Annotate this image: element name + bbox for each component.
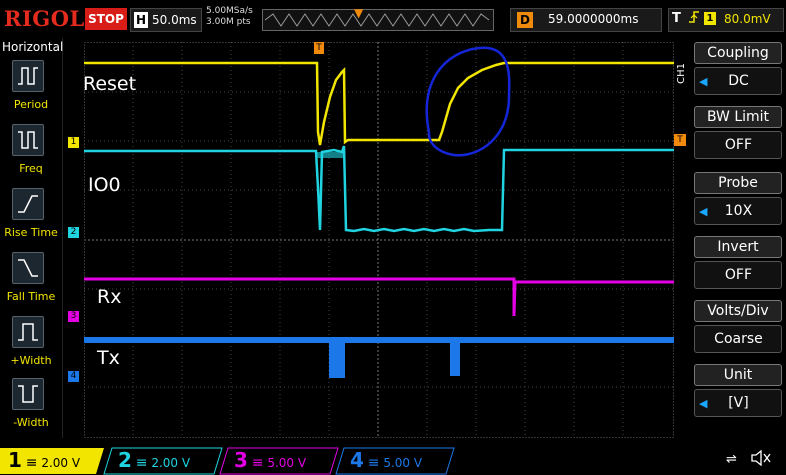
left-arrow-icon: ◀	[699, 75, 708, 88]
trigger-time-marker[interactable]: T	[314, 42, 324, 54]
negative-width-icon	[18, 385, 38, 403]
memory-depth: 3.00M pts	[206, 17, 251, 27]
left-arrow-icon: ◀	[699, 397, 708, 410]
rise-time-button[interactable]	[12, 188, 44, 220]
speaker-mute-icon[interactable]	[750, 449, 772, 470]
invert-value: OFF	[724, 267, 753, 283]
fall-time-icon	[18, 259, 38, 277]
trigger-letter: T	[672, 11, 681, 26]
ch1-offset-marker[interactable]: 1	[68, 137, 79, 148]
ch1-number: 1	[8, 448, 22, 472]
menu-channel-label: CH1	[676, 63, 687, 84]
memory-overview-strip[interactable]	[262, 9, 494, 31]
usb-icon: ⇌	[726, 452, 737, 467]
ch4-scale: 5.00 V	[383, 456, 423, 470]
volts-div-value: Coarse	[714, 331, 763, 347]
trigger-position-marker-icon: ▼	[354, 6, 364, 20]
ch4-offset-marker[interactable]: 4	[68, 371, 79, 382]
ch2-scale-tab[interactable]: 2 ≡ 2.00 V	[118, 448, 190, 472]
frequency-button[interactable]	[12, 124, 44, 156]
ch2-number: 2	[118, 448, 132, 472]
ch3-offset-marker[interactable]: 3	[68, 311, 79, 322]
positive-width-label: +Width	[10, 354, 52, 367]
coupling-value: DC	[728, 73, 749, 89]
unit-value: [V]	[728, 395, 749, 411]
ch3-annotation-label: Rx	[97, 286, 122, 308]
rise-time-icon	[18, 195, 38, 213]
ch1-scale: 2.00 V	[41, 456, 81, 470]
probe-title: Probe	[694, 172, 782, 194]
memory-waveform-icon	[264, 13, 490, 27]
trigger-source-badge: 1	[704, 12, 716, 25]
fall-time-button[interactable]	[12, 252, 44, 284]
positive-width-icon	[18, 323, 38, 341]
ch4-burst-1	[329, 340, 345, 378]
horizontal-panel-title: Horizontal	[2, 40, 64, 54]
frequency-icon	[18, 131, 38, 149]
invert-toggle[interactable]: ◀OFF	[694, 261, 782, 289]
sample-rate: 5.00MSa/s	[206, 6, 253, 16]
negative-width-label: -Width	[13, 416, 49, 429]
trigger-level-marker[interactable]: T	[674, 134, 686, 146]
ch2-offset-marker[interactable]: 2	[68, 227, 79, 238]
delay-letter: D	[517, 12, 533, 28]
ch4-burst-2	[450, 340, 460, 376]
left-arrow-icon: ◀	[699, 205, 708, 218]
ch4-annotation-label: Tx	[97, 347, 120, 369]
ch1-scale-tab[interactable]: 1 ≡ 2.00 V	[8, 448, 80, 472]
fall-time-label: Fall Time	[6, 290, 56, 303]
positive-width-button[interactable]	[12, 316, 44, 348]
bw-limit-selector[interactable]: ◀OFF	[694, 131, 782, 159]
ch4-scale-tab[interactable]: 4 ≡ 5.00 V	[350, 448, 422, 472]
volts-div-title: Volts/Div	[694, 300, 782, 322]
probe-value: 10X	[724, 203, 753, 219]
unit-selector[interactable]: ◀ [V]	[694, 389, 782, 417]
ch2-noise-band	[316, 152, 344, 158]
ch4-number: 4	[350, 448, 364, 472]
waveform-display[interactable]	[84, 42, 674, 438]
probe-selector[interactable]: ◀ 10X	[694, 197, 782, 225]
timebase-readout[interactable]: H 50.0ms	[130, 8, 202, 32]
rising-edge-icon	[688, 10, 700, 28]
period-button[interactable]	[12, 60, 44, 92]
rise-time-label: Rise Time	[4, 226, 58, 239]
invert-title: Invert	[694, 236, 782, 258]
coupling-selector[interactable]: ◀ DC	[694, 67, 782, 95]
coupling-title: Coupling	[694, 42, 782, 64]
ch3-scale-tab[interactable]: 3 ≡ 5.00 V	[234, 448, 306, 472]
ch2-annotation-label: IO0	[88, 174, 121, 196]
delay-value: 59.0000000ms	[548, 12, 639, 26]
sample-rate-readout: 5.00MSa/s 3.00M pts	[206, 6, 253, 28]
ch2-scale: 2.00 V	[151, 456, 191, 470]
ch1-annotation-label: Reset	[83, 73, 137, 95]
period-icon	[18, 67, 38, 85]
ch3-number: 3	[234, 448, 248, 472]
frequency-label: Freq	[19, 162, 43, 175]
trigger-level: 80.0mV	[724, 12, 771, 26]
bw-limit-value: OFF	[724, 137, 753, 153]
timebase-value: 50.0ms	[152, 13, 197, 27]
unit-title: Unit	[694, 364, 782, 386]
negative-width-button[interactable]	[12, 378, 44, 410]
ch3-scale: 5.00 V	[267, 456, 307, 470]
volts-div-toggle[interactable]: ◀Coarse	[694, 325, 782, 353]
brand-logo: RIGOL	[4, 6, 85, 31]
run-stop-button[interactable]: STOP	[85, 8, 127, 30]
period-label: Period	[13, 98, 49, 111]
bw-limit-title: BW Limit	[694, 106, 782, 128]
timebase-letter: H	[134, 12, 148, 28]
